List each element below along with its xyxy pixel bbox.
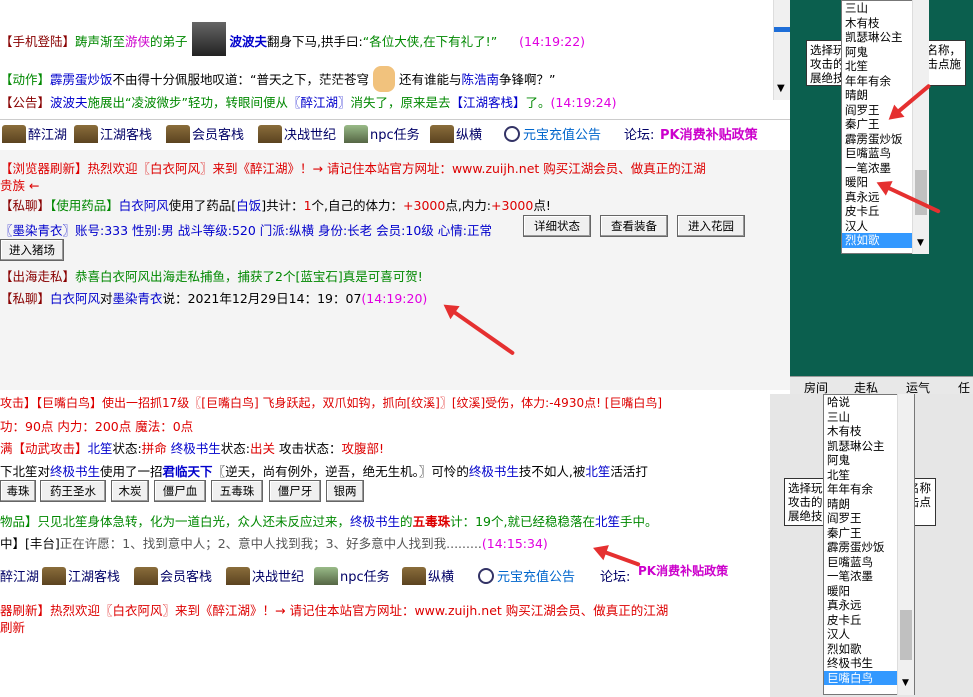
- item-button-5[interactable]: 五毒珠: [211, 480, 263, 502]
- msg-private: 【私聊】白衣阿风对墨染青衣说：2021年12月29日14：19：07(14:19…: [0, 291, 428, 306]
- nav-zongheng[interactable]: 纵横: [402, 566, 454, 585]
- item-button-3[interactable]: 木炭: [111, 480, 149, 502]
- building-icon: [402, 567, 426, 585]
- notice-icon: [504, 126, 520, 142]
- item-button-7[interactable]: 银两: [326, 480, 364, 502]
- item-button-1[interactable]: 毒珠: [0, 480, 36, 502]
- nav-battle[interactable]: 决战世纪: [258, 124, 336, 143]
- nav-forum-label: 论坛:: [624, 128, 655, 143]
- building-icon: [226, 567, 250, 585]
- scroll-down-arrow[interactable]: ▼: [777, 83, 785, 94]
- nav-npc-task[interactable]: npc任务: [344, 124, 420, 143]
- building-icon: [258, 125, 282, 143]
- bottom-chat-pane: 攻击】【巨嘴白鸟】使出一招抓17级〖[巨嘴白鸟] 飞身跃起，双爪如钩，抓向[纹溪…: [0, 394, 770, 697]
- building-icon: [2, 125, 26, 143]
- player-avatar: [191, 22, 226, 56]
- chat-line-login: 【手机登陆】踌声渐至游侠的弟子 波波夫翻身下马,拱手曰:“各位大侠,在下有礼了!…: [0, 22, 585, 56]
- building-icon: [166, 125, 190, 143]
- nav-zongheng[interactable]: 纵横: [430, 124, 482, 143]
- chat-line-announce: 【公告】波波夫施展出“凌波微步”轻功，转眼间便从〖醉江湖〗消失了，原来是去【江湖…: [0, 95, 617, 110]
- building-icon: [430, 125, 454, 143]
- top-message-pane: 【浏览器刷新】热烈欢迎〖白衣阿风〗来到《醉江湖》！→ 请记住本站官方网址：www…: [0, 150, 790, 390]
- player-name-link[interactable]: 墨染青衣: [113, 291, 163, 306]
- item-button-6[interactable]: 僵尸牙: [269, 480, 321, 502]
- nav-zuijianghu[interactable]: 醉江湖: [2, 124, 67, 143]
- thumbs-up-icon: [373, 66, 395, 92]
- right-top-list-scrollbar[interactable]: ▼: [912, 0, 929, 254]
- building-icon: [74, 125, 98, 143]
- nav-recharge[interactable]: 元宝充值公告: [504, 124, 601, 143]
- item-button-2[interactable]: 药王圣水: [40, 480, 106, 502]
- player-name-link[interactable]: 白衣阿风: [119, 198, 169, 213]
- building-icon: [42, 567, 66, 585]
- nav-kezhan[interactable]: 江湖客栈: [42, 566, 120, 585]
- nav-forum-label: 论坛:: [600, 570, 631, 585]
- turtle-icon: [344, 125, 368, 143]
- right-top-tabs: 房间 走私 运气 任: [790, 376, 973, 395]
- msg-medicine: 【私聊】【使用药品】白衣阿风使用了药品[白饭]共计：1个,自己的体力：+3000…: [0, 198, 551, 213]
- chat-line-fight: 满【动武攻击】北笙状态:拼命 终极书生状态:出关 攻击状态：攻腹部!: [0, 441, 384, 456]
- player-name-link[interactable]: 〖墨染青衣〗: [0, 223, 75, 238]
- turtle-icon: [314, 567, 338, 585]
- view-equipment-button[interactable]: 查看装备: [600, 215, 668, 237]
- chat-line-stats: 功：90点 内力：200点 魔法：0点: [0, 419, 194, 434]
- nav-battle[interactable]: 决战世纪: [226, 566, 304, 585]
- nav-npc-task[interactable]: npc任务: [314, 566, 390, 585]
- scroll-down-arrow[interactable]: ▼: [917, 238, 924, 248]
- right-bottom-list-scrollbar[interactable]: ▼: [897, 394, 914, 695]
- nav-member-kezhan[interactable]: 会员客栈: [134, 566, 212, 585]
- enter-pigfarm-button[interactable]: 进入猪场: [0, 239, 64, 261]
- detail-status-button[interactable]: 详细状态: [523, 215, 591, 237]
- nav-zuijianghu[interactable]: 醉江湖: [0, 566, 39, 585]
- nav-member-kezhan[interactable]: 会员客栈: [166, 124, 244, 143]
- top-nav-bar: 醉江湖 江湖客栈 会员客栈 决战世纪 npc任务 纵横 元宝充值公告 论坛: P…: [0, 119, 790, 147]
- building-icon: [134, 567, 158, 585]
- chat-line-skill: 下北笙对终极书生使用了一招君临天下〖逆天，尚有例外，逆吾，绝无生机。〗可怜的终极…: [0, 464, 648, 479]
- chat-line-item: 物品】只见北笙身体急转，化为一道白光，众人还未反应过来，终极书生的五毒珠计：19…: [0, 514, 658, 529]
- player-name-link[interactable]: 波波夫: [230, 34, 268, 49]
- bottom-nav-bar: 醉江湖 江湖客栈 会员客栈 决战世纪 npc任务 纵横 元宝充值公告 论坛: P…: [0, 562, 770, 590]
- msg-refresh: 【浏览器刷新】热烈欢迎〖白衣阿风〗来到《醉江湖》！→ 请记住本站官方网址：www…: [0, 161, 706, 176]
- scroll-down-arrow[interactable]: ▼: [902, 678, 909, 688]
- top-chat-scrollbar[interactable]: ▼: [773, 0, 790, 100]
- chat-line-action: 【动作】霹雳蛋炒饭不由得十分佩服地叹道：“普天之下，茫茫苍穹 还有谁能与陈浩南争…: [0, 66, 556, 92]
- chat-line-wish: 中】[丰台]正在许愿：1、找到意中人；2、意中人找到我；3、好多意中人找到我..…: [0, 536, 548, 551]
- nav-pk-policy[interactable]: PK消费补贴政策: [638, 562, 728, 579]
- nav-kezhan[interactable]: 江湖客栈: [74, 124, 152, 143]
- player-name-link[interactable]: 波波夫: [50, 95, 88, 110]
- bottom-msg-refresh-cont: 刷新: [0, 620, 26, 635]
- enter-garden-button[interactable]: 进入花园: [677, 215, 745, 237]
- player-name-link[interactable]: 白衣阿风: [50, 291, 100, 306]
- msg-refresh-cont: 贵族 ←: [0, 178, 40, 193]
- chat-line-attack: 攻击】【巨嘴白鸟】使出一招抓17级〖[巨嘴白鸟] 飞身跃起，双爪如钩，抓向[纹溪…: [0, 396, 663, 410]
- scroll-thumb[interactable]: [774, 27, 790, 32]
- player-name-link[interactable]: 陈浩南: [462, 72, 500, 87]
- msg-smuggle: 【出海走私】恭喜白衣阿风出海走私捕鱼，捕获了2个[蓝宝石]真是可喜可贺!: [0, 269, 423, 284]
- scroll-thumb[interactable]: [900, 610, 912, 660]
- nav-pk-policy[interactable]: PK消费补贴政策: [660, 124, 758, 143]
- top-chat-pane: 【手机登陆】踌声渐至游侠的弟子 波波夫翻身下马,拱手曰:“各位大侠,在下有礼了!…: [0, 0, 790, 100]
- bottom-msg-refresh: 器刷新】热烈欢迎〖白衣阿风〗来到《醉江湖》！→ 请记住本站官方网址：www.zu…: [0, 603, 669, 618]
- nav-recharge[interactable]: 元宝充值公告: [478, 566, 575, 585]
- item-button-4[interactable]: 僵尸血: [154, 480, 206, 502]
- notice-icon: [478, 568, 494, 584]
- scroll-thumb[interactable]: [915, 170, 927, 215]
- player-name-link[interactable]: 霹雳蛋炒饭: [50, 72, 113, 87]
- msg-profile: 〖墨染青衣〗账号:333 性别:男 战斗等级:520 门派:纵横 身份:长老 会…: [0, 223, 492, 238]
